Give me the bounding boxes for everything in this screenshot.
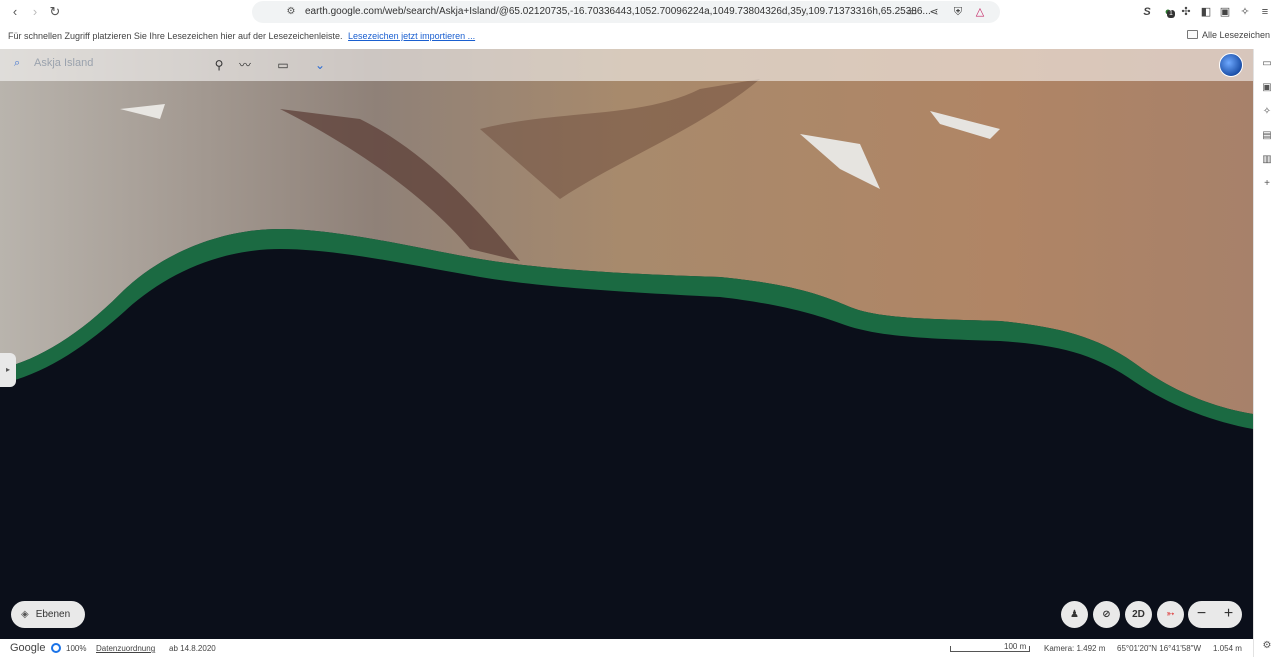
back-icon[interactable]: ‹ — [7, 4, 23, 20]
search-input[interactable]: Askja Island — [34, 57, 93, 69]
extension-badge-icon[interactable]: ●1 — [1160, 4, 1176, 20]
warning-icon[interactable]: △ — [972, 4, 988, 20]
shield-icon[interactable]: ⛨ — [950, 4, 966, 20]
wallet-side-icon[interactable]: ▣ — [1261, 82, 1273, 94]
add-panel-icon[interactable]: + — [1261, 178, 1273, 190]
settings-icon[interactable]: ⚙ — [1261, 640, 1273, 652]
layers-button[interactable]: ◈ Ebenen — [11, 601, 85, 628]
share-icon[interactable]: ⋖ — [926, 4, 942, 20]
site-info-icon[interactable]: ⚙ — [285, 6, 297, 18]
globe-icon[interactable] — [1219, 53, 1243, 77]
earth-toolbar: ⌕ Askja Island ⚲ 〰 ▭ ⌄ — [0, 49, 1253, 81]
ai-icon[interactable]: ✧ — [1237, 4, 1253, 20]
measure-icon[interactable]: ▭ — [275, 57, 291, 73]
tilt-icon[interactable]: ⊘ — [1093, 601, 1120, 628]
browser-sidebar: ▭ ▣ ✧ ▤ ▥ + ⚙ — [1253, 49, 1280, 657]
earth-status-bar: Google 100% Datenzuordnung ab 14.8.2020 … — [0, 639, 1253, 657]
bookmarks-hint: Für schnellen Zugriff platzieren Sie Ihr… — [8, 31, 343, 41]
scale-label: 100 m — [1004, 642, 1027, 651]
search-icon: ⌕ — [14, 57, 21, 69]
bookmarks-side-icon[interactable]: ▤ — [1261, 130, 1273, 142]
tab-icon[interactable]: ▭ — [1261, 58, 1273, 70]
zoom-out-button[interactable]: − — [1188, 601, 1215, 628]
imagery-date: ab 14.8.2020 — [169, 644, 216, 653]
loading-ring-icon — [51, 643, 61, 653]
zoom-in-button[interactable]: + — [1215, 601, 1242, 628]
menu-icon[interactable]: ≡ — [1257, 4, 1273, 20]
url-text: earth.google.com/web/search/Askja+Island… — [305, 6, 931, 17]
assistant-icon[interactable]: ✧ — [1261, 106, 1273, 118]
reading-list-icon[interactable]: ▥ — [1261, 154, 1273, 166]
all-bookmarks-button[interactable]: Alle Lesezeichen — [1186, 30, 1270, 40]
folder-icon — [1186, 30, 1198, 39]
sidepanel-icon[interactable]: ◧ — [1198, 4, 1214, 20]
camera-altitude: Kamera: 1.492 m — [1044, 644, 1106, 653]
forward-icon[interactable]: › — [27, 4, 43, 20]
layers-icon: ◈ — [21, 609, 29, 620]
cursor-elevation: 1.054 m — [1213, 644, 1242, 653]
wallet-icon[interactable]: ▣ — [1217, 4, 1233, 20]
toggle-2d-button[interactable]: 2D — [1125, 601, 1152, 628]
pegman-icon[interactable]: ♟ — [1061, 601, 1088, 628]
all-bookmarks-label: Alle Lesezeichen — [1201, 30, 1270, 40]
address-bar[interactable]: ⚙ earth.google.com/web/search/Askja+Isla… — [252, 1, 1000, 23]
bookmarks-bar: Für schnellen Zugriff platzieren Sie Ihr… — [0, 26, 1280, 46]
search-box[interactable]: ⌕ Askja Island — [14, 57, 93, 70]
expand-panel-tab[interactable]: ▸ — [0, 353, 16, 387]
reload-icon[interactable]: ↻ — [47, 4, 63, 20]
path-icon[interactable]: 〰 — [237, 57, 253, 73]
terrain-imagery — [0, 49, 1253, 639]
attribution-link[interactable]: Datenzuordnung — [96, 644, 155, 653]
puzzle-icon[interactable]: ✣ — [1178, 4, 1194, 20]
extension-badge-count: 1 — [1167, 10, 1175, 18]
browser-toolbar: ‹ › ↻ ⛉ ⚙ earth.google.com/web/search/As… — [0, 0, 1280, 24]
extension-s-icon[interactable]: S — [1139, 4, 1155, 20]
layers-label: Ebenen — [35, 609, 71, 620]
zoom-control: − + — [1188, 601, 1242, 628]
cursor-coordinates: 65°01'20"N 16°41'58"W — [1117, 644, 1202, 653]
placemark-icon[interactable]: ⚲ — [211, 57, 227, 73]
earth-map-view[interactable]: ⌕ Askja Island ⚲ 〰 ▭ ⌄ ▸ ◈ Ebenen ♟ ⊘ 2D ➳… — [0, 49, 1253, 639]
cast-icon[interactable]: ▭ — [904, 4, 920, 20]
google-logo: Google — [10, 642, 46, 654]
compass-icon[interactable]: ➳ — [1157, 601, 1184, 628]
import-bookmarks-link[interactable]: Lesezeichen jetzt importieren ... — [348, 31, 475, 41]
chevron-down-icon[interactable]: ⌄ — [312, 57, 328, 73]
load-progress: 100% — [66, 644, 87, 653]
